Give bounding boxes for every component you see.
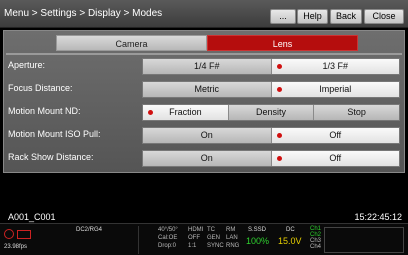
tc-label: TC [207,227,215,233]
back-button[interactable]: Back [330,9,362,24]
option-button[interactable]: Density [228,105,315,120]
setting-label: Aperture: [8,60,46,70]
record-icon [4,229,14,239]
setting-row: Motion Mount ISO Pull: On Off [4,127,404,145]
setting-label: Focus Distance: [8,83,73,93]
dc-value: 15.0V [278,236,302,246]
setting-row: Rack Show Distance: On Off [4,150,404,168]
fps-readout: 23.98fps [4,244,28,250]
media-icon [17,230,31,239]
option-label: Metric [194,84,220,94]
status-bar: 23.98fps DC2/RG4 40°/50° Cal:OE Drop:0 H… [0,223,408,255]
option-button[interactable]: Fraction [143,105,229,120]
option-button[interactable]: Metric [143,82,272,97]
option-label: Off [329,130,342,140]
ssd-value: 100% [246,236,270,246]
setting-label: Motion Mount ND: [8,106,81,116]
title-bar: Menu > Settings > Display > Modes ... He… [0,0,408,28]
option-button[interactable]: Imperial [271,82,399,97]
option-button[interactable]: Stop [314,105,400,120]
tab-camera[interactable]: Camera [56,35,207,51]
drop-readout: Drop:0 [158,243,177,249]
option-button[interactable]: 1/3 F# [271,59,399,74]
option-label: Fraction [169,107,202,117]
option-button[interactable]: Off [271,128,399,143]
ratio-value: 1:1 [188,243,197,249]
selected-indicator-icon [276,156,282,161]
help-button[interactable]: Help [297,9,328,24]
tab-lens[interactable]: Lens [207,35,358,51]
option-button[interactable]: 1/4 F# [143,59,272,74]
ssd-label: S.SSD [248,227,267,233]
selected-indicator-icon [276,133,282,138]
option-group: On Off [142,127,400,144]
settings-panel: Camera Lens Aperture: 1/4 F# 1/3 F# Focus D… [3,30,405,173]
shutter-readout: 40°/50° [158,227,178,233]
option-group: On Off [142,150,400,167]
tc-value: GEN [207,235,221,241]
option-label: On [200,130,213,140]
cal-readout: Cal:OE [158,235,178,241]
ch4-label: Ch4 [310,244,322,250]
rng-value: RNG [226,243,240,249]
close-button[interactable]: Close [364,9,404,24]
rm-label: RM [226,227,236,233]
breadcrumb: Menu > Settings > Display > Modes [4,8,163,19]
selected-indicator-icon [276,87,282,92]
setting-row: Aperture: 1/4 F# 1/3 F# [4,58,404,76]
setting-row: Motion Mount ND: Fraction Density Stop [4,104,404,122]
hdmi-value: OFF [188,235,200,241]
option-label: Off [329,153,342,163]
option-group: Metric Imperial [142,81,400,98]
codec-readout: DC2/RG4 [76,227,103,233]
option-group: 1/4 F# 1/3 F# [142,58,400,75]
setting-row: Focus Distance: Metric Imperial [4,81,404,99]
option-label: 1/3 F# [322,61,348,71]
timecode: 15:22:45:12 [354,212,402,222]
option-label: Imperial [319,84,352,94]
option-label: Stop [347,107,366,117]
more-button[interactable]: ... [270,9,296,24]
option-label: Density [256,107,287,117]
option-group: Fraction Density Stop [142,104,400,121]
selected-indicator-icon [276,64,282,69]
option-button[interactable]: On [143,128,272,143]
clip-name: A001_C001 [8,212,56,222]
option-label: 1/4 F# [193,61,220,71]
option-label: On [200,153,213,163]
status-divider [138,226,139,254]
setting-label: Motion Mount ISO Pull: [8,129,101,139]
tab-bar: Camera Lens [56,35,358,51]
hdmi-label: HDMI [188,227,204,233]
tab-divider [6,53,402,55]
audio-meters [324,227,404,253]
option-button[interactable]: On [143,151,272,166]
selected-indicator-icon [148,110,153,115]
dc-label: DC [286,227,295,233]
lan-value: LAN [226,235,238,241]
option-button[interactable]: Off [271,151,399,166]
setting-label: Rack Show Distance: [8,152,94,162]
sync-value: SYNC [207,243,224,249]
